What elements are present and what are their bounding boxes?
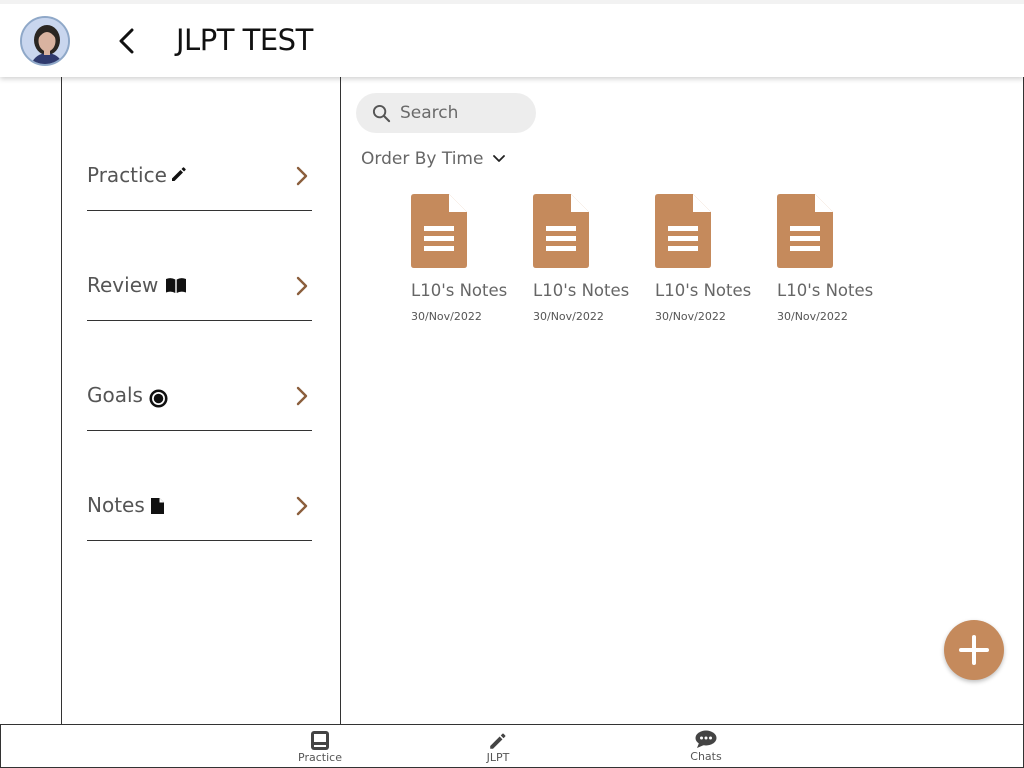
target-icon — [149, 389, 168, 408]
search-bar[interactable] — [356, 93, 536, 133]
nav-label: Chats — [690, 750, 722, 763]
chevron-right-icon — [296, 386, 308, 406]
document-icon — [151, 498, 164, 514]
sidebar-item-label: Practice — [87, 163, 167, 187]
note-title: L10's Notes — [533, 281, 630, 300]
add-note-button[interactable] — [944, 620, 1004, 680]
sidebar-divider — [340, 77, 341, 725]
order-by-label: Order By Time — [361, 149, 484, 169]
note-date: 30/Nov/2022 — [533, 310, 604, 323]
note-title: L10's Notes — [655, 281, 752, 300]
chevron-left-icon — [119, 28, 134, 54]
sidebar-item-label: Notes — [87, 493, 145, 517]
document-icon — [533, 194, 589, 268]
sidebar-item-goals[interactable]: Goals — [87, 375, 312, 431]
note-card[interactable]: L10's Notes 30/Nov/2022 — [411, 194, 521, 329]
document-icon — [411, 194, 467, 268]
note-date: 30/Nov/2022 — [777, 310, 848, 323]
pencil-icon — [490, 733, 506, 749]
sidebar-item-notes[interactable]: Notes — [87, 485, 312, 541]
nav-item-practice[interactable]: Practice — [285, 725, 355, 767]
nav-label: JLPT — [486, 751, 510, 764]
sidebar-item-practice[interactable]: Practice — [87, 155, 312, 211]
book-icon — [311, 731, 329, 750]
user-avatar[interactable] — [20, 16, 70, 66]
search-input[interactable] — [400, 101, 525, 125]
pencil-icon — [172, 167, 186, 181]
note-title: L10's Notes — [777, 281, 874, 300]
nav-item-chats[interactable]: Chats — [671, 725, 741, 767]
page-title: JLPT TEST — [176, 23, 313, 57]
back-button[interactable] — [112, 24, 142, 58]
top-app-bar: JLPT TEST — [0, 0, 1024, 77]
note-card[interactable]: L10's Notes 30/Nov/2022 — [533, 194, 643, 329]
search-icon — [372, 104, 391, 123]
left-border-divider — [61, 77, 62, 725]
order-by-dropdown[interactable]: Order By Time — [361, 148, 506, 170]
note-card[interactable]: L10's Notes 30/Nov/2022 — [655, 194, 765, 329]
chevron-right-icon — [296, 166, 308, 186]
note-card[interactable]: L10's Notes 30/Nov/2022 — [777, 194, 887, 329]
chat-bubble-icon — [695, 730, 717, 748]
sidebar-item-review[interactable]: Review — [87, 265, 312, 321]
document-icon — [777, 194, 833, 268]
document-icon — [655, 194, 711, 268]
sidebar-item-label: Review — [87, 273, 159, 297]
note-date: 30/Nov/2022 — [655, 310, 726, 323]
nav-item-jlpt[interactable]: JLPT — [463, 725, 533, 767]
bottom-navigation: Practice JLPT Chats — [0, 724, 1024, 768]
chevron-right-icon — [296, 276, 308, 296]
nav-label: Practice — [298, 751, 342, 764]
open-book-icon — [166, 278, 186, 293]
note-date: 30/Nov/2022 — [411, 310, 482, 323]
note-title: L10's Notes — [411, 281, 508, 300]
chevron-down-icon — [493, 155, 506, 162]
sidebar-item-label: Goals — [87, 383, 143, 407]
plus-icon — [959, 635, 989, 665]
chevron-right-icon — [296, 496, 308, 516]
